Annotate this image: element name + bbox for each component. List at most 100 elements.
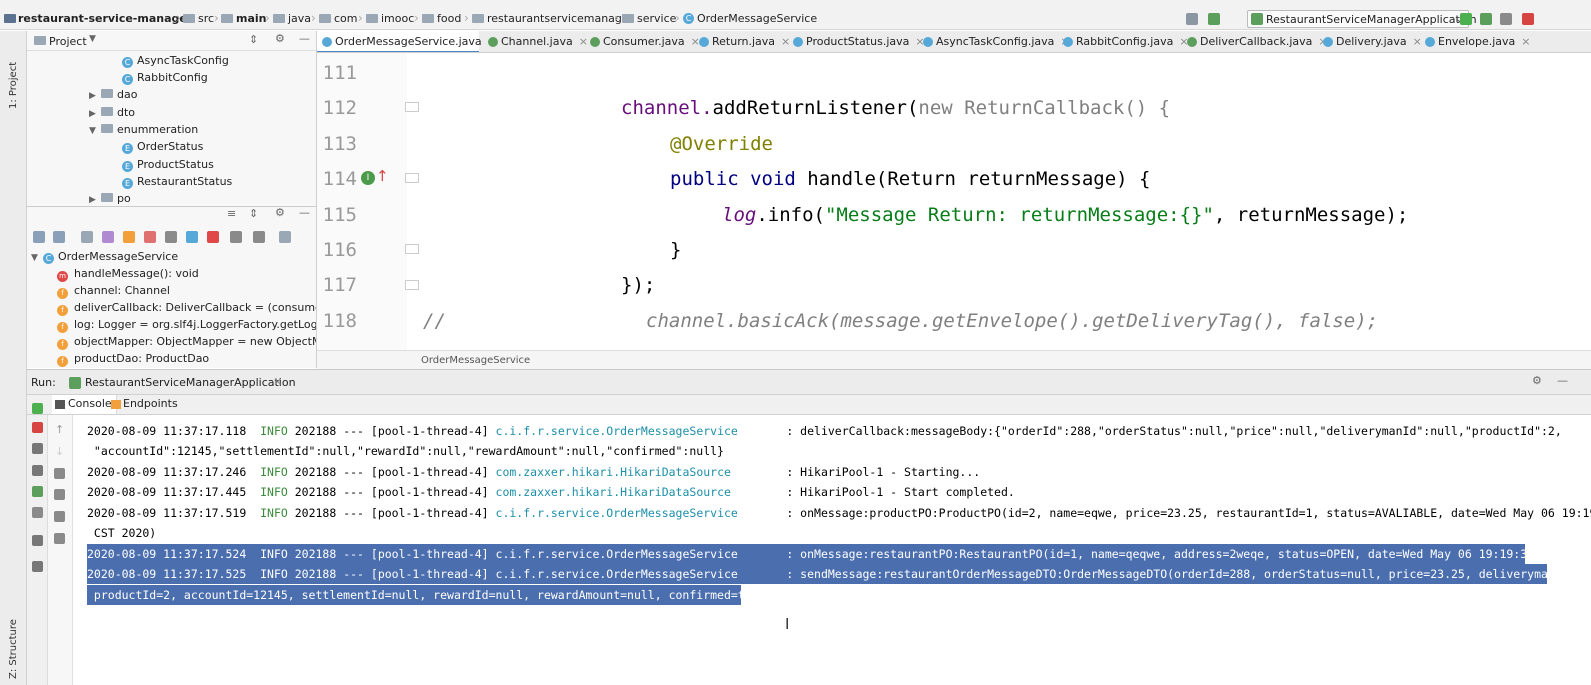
layout-icon[interactable]: [1186, 13, 1198, 25]
console-output[interactable]: 2020-08-09 11:37:17.118 INFO 202188 --- …: [73, 415, 1591, 685]
tree-node-productstatus[interactable]: E ProductStatus: [122, 158, 214, 172]
tree-node-orderstatus[interactable]: E OrderStatus: [122, 140, 203, 154]
tab-delivery[interactable]: Delivery.java ×: [1318, 31, 1422, 52]
tree-node-restaurantstatus[interactable]: E RestaurantStatus: [122, 175, 232, 189]
breadcrumb-food[interactable]: food: [437, 12, 461, 25]
hide-icon[interactable]: —: [299, 32, 310, 45]
structure-item[interactable]: f log: Logger = org.slf4j.LoggerFactory.g…: [57, 318, 316, 333]
chevron-down-icon[interactable]: ▼: [31, 253, 43, 263]
fold-marker[interactable]: [405, 102, 419, 112]
trash-icon[interactable]: [54, 533, 65, 544]
editor-footer-class[interactable]: OrderMessageService: [421, 355, 530, 366]
tree-node-rabbitconfig[interactable]: C RabbitConfig: [122, 71, 208, 85]
filter-icon[interactable]: [165, 231, 177, 243]
breadcrumb-package[interactable]: restaurantservicemanager: [487, 12, 633, 25]
sort-visibility-icon[interactable]: [53, 231, 65, 243]
gear-icon[interactable]: ⚙: [275, 207, 285, 219]
structure-item[interactable]: f productDao: ProductDao: [57, 352, 209, 367]
arrow-down-icon[interactable]: ↓: [55, 445, 64, 458]
collapse-all-icon[interactable]: ⇕: [249, 207, 258, 220]
autoscroll-icon[interactable]: [279, 231, 291, 243]
hide-icon[interactable]: —: [1557, 374, 1568, 387]
project-tool-tab[interactable]: 1: Project: [8, 39, 19, 109]
close-icon[interactable]: ×: [1521, 35, 1530, 48]
sort-icon[interactable]: ≡: [227, 207, 236, 220]
exit-icon[interactable]: [32, 507, 43, 518]
show-non-public-icon[interactable]: [144, 231, 156, 243]
chevron-down-icon[interactable]: ▼: [89, 34, 96, 44]
tab-delivercallback[interactable]: DeliverCallback.java×: [1182, 31, 1328, 52]
implements-icon[interactable]: I: [361, 171, 375, 185]
fold-marker[interactable]: [405, 280, 419, 290]
build-hammer-icon[interactable]: [1208, 13, 1220, 25]
arrow-up-icon[interactable]: ↑: [376, 167, 389, 185]
structure-item[interactable]: f objectMapper: ObjectMapper = new Object…: [57, 335, 316, 350]
tab-channel[interactable]: Channel.java ×: [483, 31, 588, 52]
stop-icon[interactable]: [1522, 13, 1534, 25]
tab-consumer[interactable]: Consumer.java ×: [585, 31, 700, 52]
breadcrumb-service[interactable]: service: [637, 12, 676, 25]
tab-rabbitconfig[interactable]: RabbitConfig.java ×: [1058, 31, 1189, 52]
soft-wrap-icon[interactable]: [54, 468, 65, 479]
structure-item[interactable]: f deliverCallback: DeliverCallback = (con…: [57, 301, 316, 316]
structure-item[interactable]: f channel: Channel: [57, 284, 170, 299]
breadcrumb-com[interactable]: com: [334, 12, 358, 25]
structure-tool-tab[interactable]: Z: Structure: [8, 619, 19, 679]
breadcrumb-java[interactable]: java: [288, 12, 311, 25]
chevron-right-icon[interactable]: ▶: [89, 109, 101, 119]
structure-root-class[interactable]: ▼ C OrderMessageService: [31, 250, 178, 264]
layout-icon[interactable]: [32, 535, 43, 546]
collapse-all-icon[interactable]: ⇕: [249, 33, 258, 46]
tree-node-asynctaskconfig[interactable]: C AsyncTaskConfig: [122, 54, 229, 68]
show-lambdas-icon[interactable]: [186, 231, 198, 243]
tree-node-po[interactable]: ▶ po: [89, 192, 131, 205]
pin-icon[interactable]: [32, 561, 43, 572]
hide-icon[interactable]: —: [299, 207, 310, 219]
pause-icon[interactable]: [32, 443, 43, 454]
show-properties-icon[interactable]: [102, 231, 114, 243]
run-tab-app[interactable]: RestaurantServiceManagerApplication: [85, 376, 296, 389]
tab-envelope[interactable]: Envelope.java ×: [1420, 31, 1531, 52]
structure-item[interactable]: m handleMessage(): void: [57, 267, 199, 282]
tab-ordermessageservice[interactable]: OrderMessageService.java×: [317, 31, 497, 52]
breadcrumb-imooc[interactable]: imooc: [381, 12, 414, 25]
gear-icon[interactable]: ⚙: [275, 32, 285, 45]
show-anonymous-icon[interactable]: [207, 231, 219, 243]
tab-endpoints[interactable]: Endpoints: [109, 395, 182, 414]
rerun-icon[interactable]: [32, 403, 43, 414]
tree-node-dto[interactable]: ▶ dto: [89, 106, 135, 119]
sort-alpha-icon[interactable]: [33, 231, 45, 243]
chevron-right-icon[interactable]: ▶: [89, 91, 101, 101]
arrow-up-icon[interactable]: ↑: [55, 423, 64, 436]
debug-icon[interactable]: [32, 486, 43, 497]
collapse-icon[interactable]: [253, 231, 265, 243]
expand-all-icon[interactable]: [230, 231, 242, 243]
show-fields-icon[interactable]: [123, 231, 135, 243]
run-configuration-select[interactable]: RestaurantServiceManagerApplication ⌄: [1247, 10, 1477, 28]
breadcrumb-src[interactable]: src: [198, 12, 214, 25]
close-icon[interactable]: ×: [273, 375, 282, 388]
gear-icon[interactable]: ⚙: [1532, 374, 1542, 387]
profile-icon[interactable]: [1500, 13, 1512, 25]
rerun-icon[interactable]: [1460, 13, 1472, 25]
scroll-to-end-icon[interactable]: [54, 489, 65, 500]
debug-icon[interactable]: [1480, 13, 1492, 25]
tab-asynctaskconfig[interactable]: AsyncTaskConfig.java×: [918, 31, 1070, 52]
project-panel-title[interactable]: Project: [49, 35, 87, 48]
tab-console[interactable]: Console: [52, 395, 117, 414]
tab-productstatus[interactable]: ProductStatus.java ×: [788, 31, 925, 52]
chevron-down-icon[interactable]: ▼: [89, 126, 101, 136]
stop-icon[interactable]: [32, 422, 43, 433]
breadcrumb-file[interactable]: OrderMessageService: [697, 12, 817, 25]
print-icon[interactable]: [54, 511, 65, 522]
breadcrumb-main[interactable]: main: [236, 12, 267, 25]
tree-node-dao[interactable]: ▶ dao: [89, 88, 137, 101]
fold-marker[interactable]: [405, 244, 419, 254]
tab-return[interactable]: Return.java ×: [694, 31, 790, 52]
breadcrumb-project[interactable]: restaurant-service-manager: [18, 12, 192, 25]
chevron-right-icon[interactable]: ▶: [89, 195, 101, 205]
camera-icon[interactable]: [32, 465, 43, 476]
fold-marker[interactable]: [405, 173, 419, 183]
tree-node-enummeration[interactable]: ▼ enummeration: [89, 123, 198, 136]
show-inherited-icon[interactable]: [81, 231, 93, 243]
